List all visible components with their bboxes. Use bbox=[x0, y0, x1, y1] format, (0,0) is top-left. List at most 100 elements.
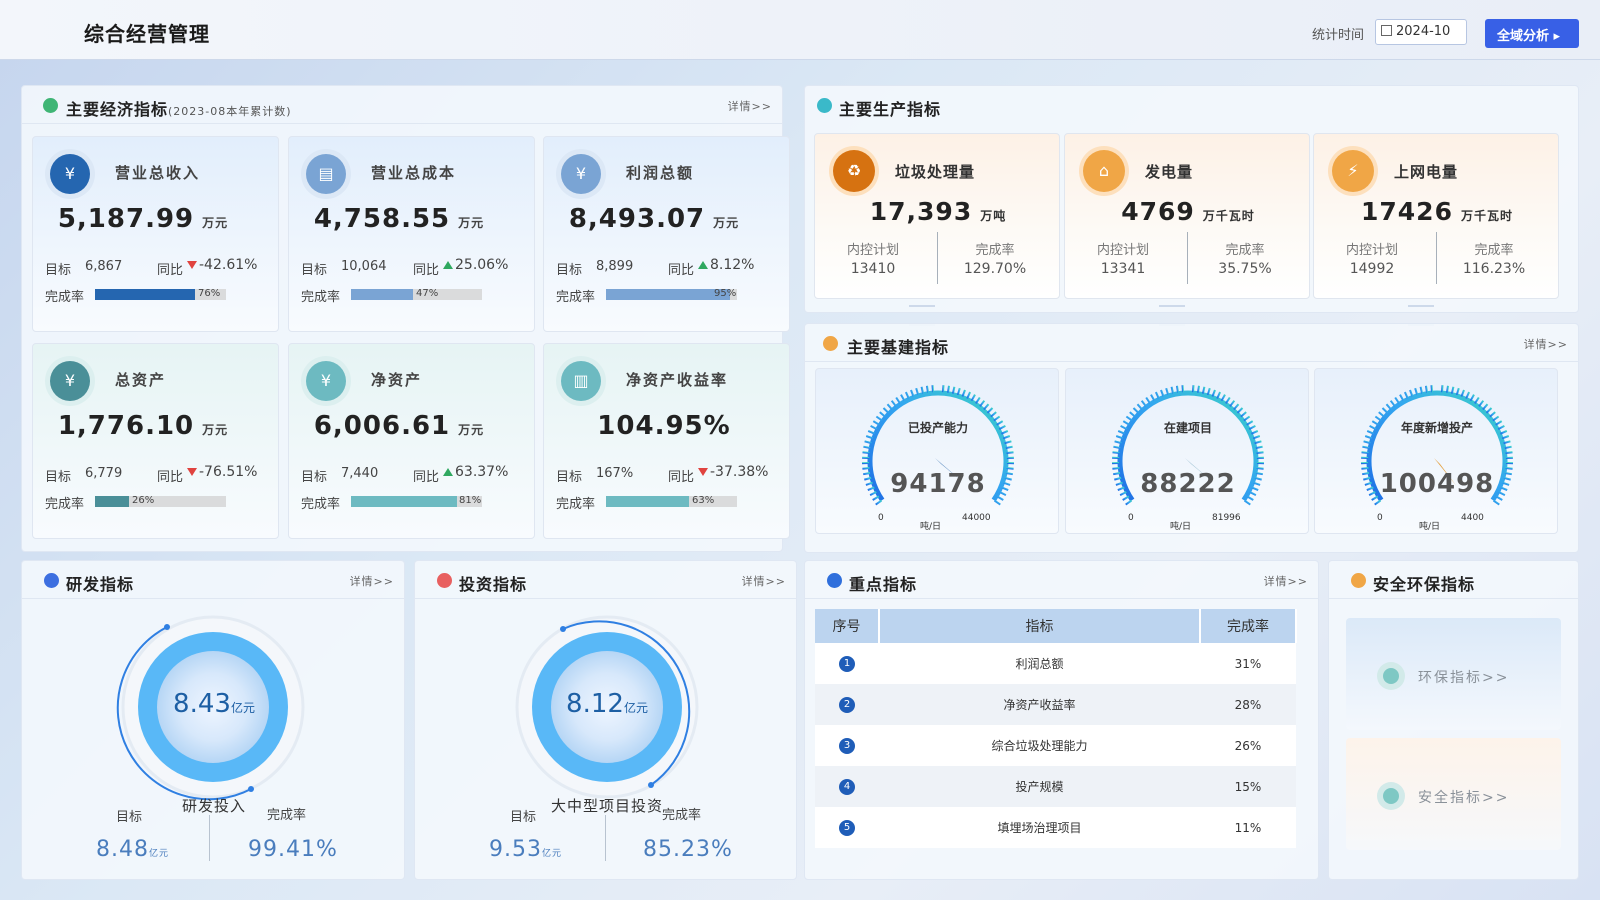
completion-label: 完成率 bbox=[1474, 243, 1514, 258]
economic-card-4[interactable]: ¥ 净资产 6,006.61 万元 目标 7,440 同比 63.37% 完成率 81% bbox=[288, 343, 535, 539]
economic-card-name: 净资产收益率 bbox=[626, 371, 729, 389]
economic-card-3[interactable]: ¥ 总资产 1,776.10 万元 目标 6,779 同比 -76.51% 完成率 26% bbox=[32, 343, 279, 539]
yoy-value: -76.51% bbox=[187, 464, 257, 480]
rate-label: 完成率 bbox=[556, 497, 596, 512]
gauge-min: 0 bbox=[1377, 513, 1383, 523]
rnd-ring-graphic bbox=[116, 615, 305, 801]
table-row[interactable]: 4 投产规模 15% bbox=[815, 766, 1296, 807]
yoy-label: 同比 bbox=[668, 263, 695, 278]
rnd-rate: 99.41% bbox=[248, 837, 338, 862]
env-icon bbox=[1377, 662, 1405, 690]
full-analysis-button[interactable]: 全域分析 ▸ bbox=[1485, 19, 1579, 48]
target-value: 167% bbox=[596, 466, 634, 481]
gauge-unit: 吨/日 bbox=[920, 522, 942, 532]
target-label: 目标 bbox=[301, 470, 328, 485]
target-label: 目标 bbox=[45, 263, 72, 278]
rnd-value: 8.43亿元 bbox=[173, 689, 255, 719]
economic-card-value: 1,776.10 万元 bbox=[57, 411, 229, 441]
rnd-target: 8.48亿元 bbox=[96, 837, 169, 862]
completion-value: 129.70% bbox=[963, 261, 1027, 277]
rate-label: 完成率 bbox=[45, 497, 85, 512]
economic-card-2[interactable]: ¥ 利润总额 8,493.07 万元 目标 8,899 同比 8.12% 完成率 95% bbox=[543, 136, 790, 332]
printer-icon-wrap: ▤ bbox=[301, 149, 351, 199]
carousel-dots[interactable] bbox=[1408, 292, 1466, 326]
plan-value: 13341 bbox=[1100, 261, 1146, 277]
economic-card-0[interactable]: ¥ 营业总收入 5,187.99 万元 目标 6,867 同比 -42.61% 完成率 76% bbox=[32, 136, 279, 332]
rate-percent: 76% bbox=[198, 288, 221, 299]
construction-more-link[interactable]: 详情>> bbox=[1524, 336, 1568, 352]
carousel-dots[interactable] bbox=[909, 292, 967, 326]
calendar-icon bbox=[1381, 25, 1392, 36]
gauge-arc bbox=[861, 385, 1015, 506]
safety-panel-title: 安全环保指标 bbox=[1373, 575, 1476, 594]
plan-value: 13410 bbox=[850, 261, 896, 277]
key-panel-title: 重点指标 bbox=[849, 575, 918, 594]
power-tower-icon: ⚡ bbox=[1332, 150, 1374, 192]
yoy-value: -37.38% bbox=[698, 464, 768, 480]
rate-bar-fill bbox=[95, 496, 129, 507]
gauge-max: 44000 bbox=[962, 513, 991, 523]
arrow-down-icon bbox=[698, 468, 708, 476]
economic-card-5[interactable]: ▥ 净资产收益率 104.95% 目标 167% 同比 -37.38% 完成率 63% bbox=[543, 343, 790, 539]
economic-card-1[interactable]: ▤ 营业总成本 4,758.55 万元 目标 10,064 同比 25.06% 完成率 47% bbox=[288, 136, 535, 332]
economic-card-name: 营业总收入 bbox=[115, 164, 201, 182]
row-rate: 28% bbox=[1200, 684, 1296, 725]
production-panel-header: 主要生产指标 bbox=[805, 86, 1578, 124]
top-bar: 综合经营管理 统计时间 2024-10 全域分析 ▸ bbox=[0, 0, 1600, 60]
investment-rate-label: 完成率 bbox=[662, 808, 702, 823]
arrow-up-icon bbox=[443, 261, 453, 269]
table-row[interactable]: 2 净资产收益率 28% bbox=[815, 684, 1296, 725]
investment-panel: 投资指标 详情>> 8.12亿元 大中型项目投资 目标 完成率 9.53亿元 8… bbox=[414, 560, 797, 880]
rate-bar-fill bbox=[351, 496, 457, 507]
carousel-dots[interactable] bbox=[1159, 292, 1217, 326]
rate-label: 完成率 bbox=[301, 497, 341, 512]
production-divider bbox=[1436, 232, 1437, 284]
row-rate: 31% bbox=[1200, 643, 1296, 684]
production-card-value: 17426 万千瓦时 bbox=[1361, 197, 1513, 226]
recycle-icon: ♻ bbox=[833, 150, 875, 192]
date-picker[interactable]: 2024-10 bbox=[1375, 19, 1467, 45]
key-more-link[interactable]: 详情>> bbox=[1264, 573, 1308, 589]
construction-panel-header: 主要基建指标 详情>> bbox=[805, 324, 1578, 362]
economic-card-name: 营业总成本 bbox=[371, 164, 457, 182]
yoy-label: 同比 bbox=[668, 470, 695, 485]
rate-bar-fill bbox=[606, 289, 730, 300]
table-row[interactable]: 1 利润总额 31% bbox=[815, 643, 1296, 684]
key-table: 序号 指标 完成率 1 利润总额 31% 2 净资产收益率 28% 3 综合垃圾处理能力 26%… bbox=[815, 609, 1297, 848]
production-card-0[interactable]: ♻ 垃圾处理量 17,393 万吨 内控计划 13410 完成率 129.70% bbox=[814, 133, 1060, 326]
ledger-icon: ¥ bbox=[50, 361, 90, 401]
table-row[interactable]: 3 综合垃圾处理能力 26% bbox=[815, 725, 1296, 766]
row-number: 3 bbox=[815, 725, 879, 766]
rate-label: 完成率 bbox=[301, 290, 341, 305]
col-rate: 完成率 bbox=[1200, 609, 1297, 643]
factory-icon-wrap: ⌂ bbox=[1079, 146, 1129, 196]
target-value: 8,899 bbox=[596, 259, 634, 274]
yoy-label: 同比 bbox=[157, 263, 184, 278]
production-card-1[interactable]: ⌂ 发电量 4769 万千瓦时 内控计划 13341 完成率 35.75% bbox=[1064, 133, 1310, 326]
economic-card-name: 净资产 bbox=[371, 371, 423, 389]
rnd-rate-label: 完成率 bbox=[267, 808, 307, 823]
economic-panel: 主要经济指标(2023-08本年累计数) 详情>> ¥ 营业总收入 5,187.99… bbox=[21, 85, 790, 552]
plan-label: 内控计划 bbox=[1096, 243, 1149, 258]
row-indicator: 综合垃圾处理能力 bbox=[879, 725, 1200, 766]
gauge-max: 81996 bbox=[1212, 513, 1241, 523]
production-card-2[interactable]: ⚡ 上网电量 17426 万千瓦时 内控计划 14992 完成率 116.23% bbox=[1313, 133, 1559, 326]
gauge-min: 0 bbox=[878, 513, 884, 523]
yen-coin-icon-wrap: ¥ bbox=[556, 149, 606, 199]
env-indicator-card[interactable]: 环保指标>> bbox=[1346, 618, 1561, 730]
arrow-down-icon bbox=[187, 261, 197, 269]
table-row[interactable]: 5 填埋场治理项目 11% bbox=[815, 807, 1296, 848]
target-value: 6,779 bbox=[85, 466, 123, 481]
rate-bar-fill bbox=[351, 289, 413, 300]
construction-panel: 主要基建指标 详情>> 已投产能力 94178 0 44000 吨/日 在建项目 8822… bbox=[804, 323, 1579, 553]
percent-icon bbox=[817, 98, 832, 113]
safety-indicator-card[interactable]: 安全指标>> bbox=[1346, 738, 1561, 850]
rate-percent: 26% bbox=[132, 495, 155, 506]
economic-more-link[interactable]: 详情>> bbox=[728, 98, 772, 114]
row-indicator: 利润总额 bbox=[879, 643, 1200, 684]
target-label: 目标 bbox=[301, 263, 328, 278]
production-panel: 主要生产指标 ♻ 垃圾处理量 17,393 万吨 内控计划 13410 完成率 129.70%… bbox=[804, 85, 1579, 326]
yoy-label: 同比 bbox=[413, 263, 440, 278]
economic-card-value: 4,758.55 万元 bbox=[313, 204, 485, 234]
safety-indicator-link: 安全指标>> bbox=[1418, 790, 1510, 806]
